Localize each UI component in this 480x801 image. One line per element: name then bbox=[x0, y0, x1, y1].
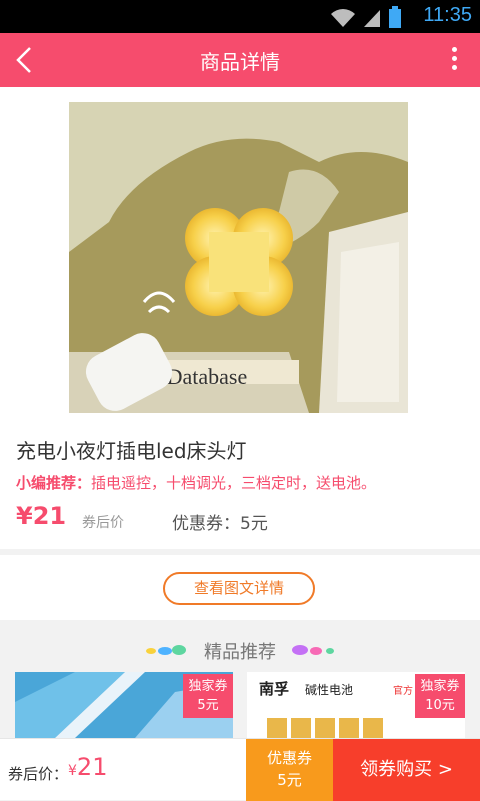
decorative-bubbles-icon bbox=[292, 645, 334, 655]
coupon-button[interactable]: 优惠券 5元 bbox=[246, 739, 333, 801]
price-suffix: 券后价 bbox=[82, 515, 124, 531]
decorative-bubbles-icon bbox=[146, 645, 186, 655]
view-details-button[interactable]: 查看图文详情 bbox=[163, 572, 315, 605]
detail-section: 查看图文详情 bbox=[0, 555, 480, 620]
editor-recommendation: 小编推荐：插电遥控，十档调光，三档定时，送电池。 bbox=[16, 472, 376, 493]
exclusive-coupon-badge: 独家券 5元 bbox=[183, 674, 233, 718]
svg-text:南孚: 南孚 bbox=[259, 680, 289, 698]
bottom-action-bar: 券后价： ¥21 优惠券 5元 领券购买 > bbox=[0, 738, 480, 801]
battery-icon bbox=[389, 6, 401, 28]
page-title: 商品详情 bbox=[200, 50, 280, 74]
coupon-button-value: 5元 bbox=[277, 771, 302, 789]
svg-text:碱性电池: 碱性电池 bbox=[305, 683, 353, 697]
recommendations-title: 精品推荐 bbox=[204, 642, 276, 663]
badge-value: 5元 bbox=[197, 698, 219, 713]
more-vertical-icon[interactable] bbox=[450, 47, 458, 75]
wifi-icon bbox=[331, 9, 355, 27]
product-card: ss Database 充电小夜灯插电led床头灯 小编推荐：插电遥控，十档调光… bbox=[0, 87, 480, 549]
currency-symbol: ¥ bbox=[68, 763, 77, 779]
night-lamp-photo: ss Database bbox=[69, 102, 408, 413]
bottom-price-label: 券后价： bbox=[8, 765, 69, 783]
exclusive-coupon-badge: 独家券 10元 bbox=[415, 674, 465, 718]
recommendations-header: 精品推荐 bbox=[0, 628, 480, 672]
recommended-item[interactable]: 独家券 5元 bbox=[15, 672, 233, 738]
recommend-label: 小编推荐： bbox=[16, 474, 92, 492]
coupon-value: 优惠券：5元 bbox=[172, 514, 268, 534]
badge-title: 独家券 bbox=[188, 679, 228, 694]
bottom-price: ¥21 bbox=[68, 753, 107, 781]
recommend-text: 插电遥控，十档调光，三档定时，送电池。 bbox=[91, 474, 377, 492]
status-bar: 11:35 bbox=[0, 0, 480, 33]
price-row: ¥21 券后价 优惠券：5元 bbox=[16, 502, 466, 538]
badge-value: 10元 bbox=[425, 698, 455, 713]
product-price: ¥21 bbox=[16, 502, 67, 530]
claim-and-buy-button[interactable]: 领券购买 > bbox=[333, 739, 480, 801]
coupon-button-title: 优惠券 bbox=[266, 749, 312, 767]
recommended-item[interactable]: 南孚 碱性电池 官方 独家券 10元 bbox=[247, 672, 465, 738]
svg-text:官方: 官方 bbox=[393, 684, 413, 697]
status-icons bbox=[330, 6, 402, 28]
badge-title: 独家券 bbox=[420, 679, 460, 694]
bottom-price-value: 21 bbox=[76, 753, 108, 781]
product-image: ss Database bbox=[69, 102, 408, 413]
top-nav-bar: 商品详情 bbox=[0, 33, 480, 87]
product-title: 充电小夜灯插电led床头灯 bbox=[16, 439, 247, 463]
status-time: 11:35 bbox=[423, 4, 472, 26]
signal-icon bbox=[364, 10, 380, 27]
